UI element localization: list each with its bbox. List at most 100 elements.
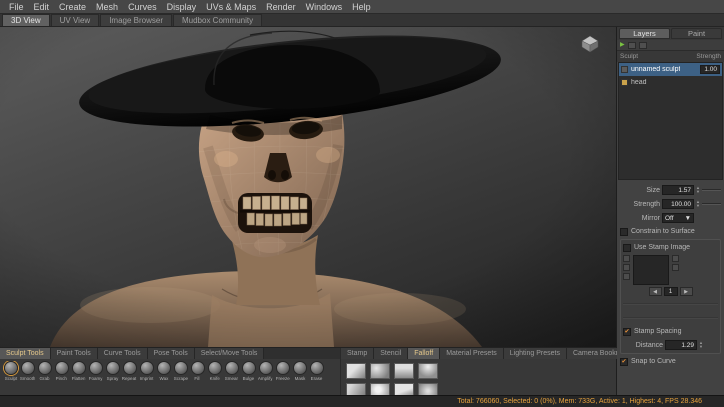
knife-tool-icon bbox=[208, 361, 222, 375]
constrain-checkbox[interactable] bbox=[620, 228, 628, 236]
stamp-index-value[interactable]: 1 bbox=[664, 287, 678, 296]
tool-erase[interactable]: Erase bbox=[308, 361, 325, 382]
stamp-option-icon-3[interactable] bbox=[623, 273, 630, 280]
snap-to-curve-checkbox[interactable]: ✔ bbox=[620, 358, 628, 366]
tool-foamy[interactable]: Foamy bbox=[87, 361, 104, 382]
use-stamp-image-row[interactable]: Use Stamp Image bbox=[623, 242, 718, 253]
play-icon[interactable]: ▶ bbox=[620, 42, 625, 48]
menu-mesh[interactable]: Mesh bbox=[91, 2, 123, 12]
size-slider[interactable] bbox=[702, 189, 721, 191]
tool-flatten[interactable]: Flatten bbox=[70, 361, 87, 382]
tool-grab[interactable]: Grab bbox=[36, 361, 53, 382]
tab-sculpt-tools[interactable]: Sculpt Tools bbox=[0, 348, 51, 359]
stamp-option-icon-4[interactable] bbox=[672, 255, 679, 262]
viewport-3d[interactable] bbox=[0, 27, 616, 347]
layer-visibility-icon[interactable] bbox=[621, 66, 628, 73]
layer-options-button[interactable] bbox=[639, 42, 647, 49]
tool-smear[interactable]: Smear bbox=[223, 361, 240, 382]
strength-spinner[interactable]: ▲▼ bbox=[696, 200, 700, 208]
stamp-next-button[interactable]: ▶ bbox=[680, 287, 693, 296]
layer-row-head[interactable]: head bbox=[619, 76, 722, 89]
stamp-preview-image[interactable] bbox=[633, 255, 669, 285]
preset-tray-tabs: Stamp Stencil Falloff Material Presets L… bbox=[341, 348, 642, 359]
tool-repeat[interactable]: Repeat bbox=[121, 361, 138, 382]
menu-help[interactable]: Help bbox=[347, 2, 376, 12]
tab-uv-view[interactable]: UV View bbox=[51, 14, 100, 26]
falloff-preset-3[interactable] bbox=[394, 363, 414, 379]
sculpt-model bbox=[0, 27, 616, 347]
new-layer-button[interactable] bbox=[628, 42, 636, 49]
tool-smooth[interactable]: Smooth bbox=[19, 361, 36, 382]
layer-group-label[interactable]: Sculpt bbox=[620, 53, 638, 60]
menu-create[interactable]: Create bbox=[54, 2, 91, 12]
sculpt-tool-icon bbox=[4, 361, 18, 375]
tool-pinch[interactable]: Pinch bbox=[53, 361, 70, 382]
falloff-preset-2[interactable] bbox=[370, 363, 390, 379]
menu-render[interactable]: Render bbox=[261, 2, 301, 12]
status-text: Total: 766060, Selected: 0 (0%), Mem: 73… bbox=[457, 398, 702, 405]
right-panel: Layers Paint ▶ Sculpt Strength unnamed s… bbox=[617, 27, 724, 395]
tool-knife[interactable]: Knife bbox=[206, 361, 223, 382]
strength-slider[interactable] bbox=[702, 203, 721, 205]
menu-edit[interactable]: Edit bbox=[29, 2, 55, 12]
layer-row-unnamed-sculpt[interactable]: unnamed sculpt 1.00 bbox=[619, 63, 722, 76]
size-input[interactable]: 1.57 bbox=[662, 185, 694, 195]
mirror-dropdown[interactable]: Off▼ bbox=[662, 213, 694, 223]
tab-select-move-tools[interactable]: Select/Move Tools bbox=[195, 348, 265, 359]
tab-curve-tools[interactable]: Curve Tools bbox=[98, 348, 148, 359]
stamp-prev-button[interactable]: ◀ bbox=[649, 287, 662, 296]
tab-stamp[interactable]: Stamp bbox=[341, 348, 374, 359]
bottom-trays: Sculpt Tools Paint Tools Curve Tools Pos… bbox=[0, 347, 616, 395]
tab-layers[interactable]: Layers bbox=[619, 28, 670, 39]
tool-properties: Size 1.57 ▲▼ Strength 100.00 ▲▼ Mirror O… bbox=[617, 180, 724, 395]
stamp-option-icon-1[interactable] bbox=[623, 255, 630, 262]
tab-falloff[interactable]: Falloff bbox=[408, 348, 440, 359]
layer-strength-value[interactable]: 1.00 bbox=[700, 65, 720, 74]
distance-input[interactable]: 1.29 bbox=[665, 340, 697, 350]
menu-file[interactable]: File bbox=[4, 2, 29, 12]
tool-freeze[interactable]: Freeze bbox=[274, 361, 291, 382]
pinch-tool-icon bbox=[55, 361, 69, 375]
tab-mudbox-community[interactable]: Mudbox Community bbox=[173, 14, 262, 26]
menu-uvs-maps[interactable]: UVs & Maps bbox=[201, 2, 261, 12]
amplify-tool-icon bbox=[259, 361, 273, 375]
falloff-preset-1[interactable] bbox=[346, 363, 366, 379]
smear-tool-icon bbox=[225, 361, 239, 375]
menu-curves[interactable]: Curves bbox=[123, 2, 162, 12]
repeat-tool-icon bbox=[123, 361, 137, 375]
tab-material-presets[interactable]: Material Presets bbox=[440, 348, 504, 359]
stamp-spacing-checkbox[interactable]: ✔ bbox=[623, 328, 631, 336]
stamp-option-icon-5[interactable] bbox=[672, 264, 679, 271]
use-stamp-checkbox[interactable] bbox=[623, 244, 631, 252]
sculpt-tools-row: Sculpt Smooth Grab Pinch Flatten Foamy S… bbox=[0, 359, 340, 382]
tool-fill[interactable]: Fill bbox=[189, 361, 206, 382]
tab-pose-tools[interactable]: Pose Tools bbox=[148, 348, 195, 359]
tool-wax[interactable]: Wax bbox=[155, 361, 172, 382]
constrain-to-surface-row[interactable]: Constrain to Surface bbox=[620, 226, 721, 237]
orientation-cube-gizmo[interactable] bbox=[578, 33, 602, 53]
snap-to-curve-row[interactable]: ✔ Snap to Curve bbox=[620, 356, 721, 367]
tab-lighting-presets[interactable]: Lighting Presets bbox=[504, 348, 567, 359]
tab-image-browser[interactable]: Image Browser bbox=[100, 14, 172, 26]
tool-tray: Sculpt Tools Paint Tools Curve Tools Pos… bbox=[0, 348, 341, 395]
tab-stencil[interactable]: Stencil bbox=[374, 348, 408, 359]
stamp-spacing-row[interactable]: ✔ Stamp Spacing bbox=[623, 326, 718, 337]
tool-mask[interactable]: Mask bbox=[291, 361, 308, 382]
size-spinner[interactable]: ▲▼ bbox=[696, 186, 700, 194]
tool-spray[interactable]: Spray bbox=[104, 361, 121, 382]
menu-windows[interactable]: Windows bbox=[301, 2, 348, 12]
tab-3d-view[interactable]: 3D View bbox=[2, 14, 50, 26]
tool-sculpt[interactable]: Sculpt bbox=[2, 361, 19, 382]
tool-amplify[interactable]: Amplify bbox=[257, 361, 274, 382]
falloff-preset-4[interactable] bbox=[418, 363, 438, 379]
distance-spinner[interactable]: ▲▼ bbox=[699, 341, 703, 349]
preset-tray: Stamp Stencil Falloff Material Presets L… bbox=[341, 348, 642, 395]
stamp-option-icon-2[interactable] bbox=[623, 264, 630, 271]
tab-paint-tools[interactable]: Paint Tools bbox=[51, 348, 98, 359]
tool-scrape[interactable]: Scrape bbox=[172, 361, 189, 382]
menu-display[interactable]: Display bbox=[162, 2, 202, 12]
tool-bulge[interactable]: Bulge bbox=[240, 361, 257, 382]
tool-imprint[interactable]: Imprint bbox=[138, 361, 155, 382]
tab-paint[interactable]: Paint bbox=[671, 28, 722, 39]
strength-input[interactable]: 100.00 bbox=[662, 199, 694, 209]
